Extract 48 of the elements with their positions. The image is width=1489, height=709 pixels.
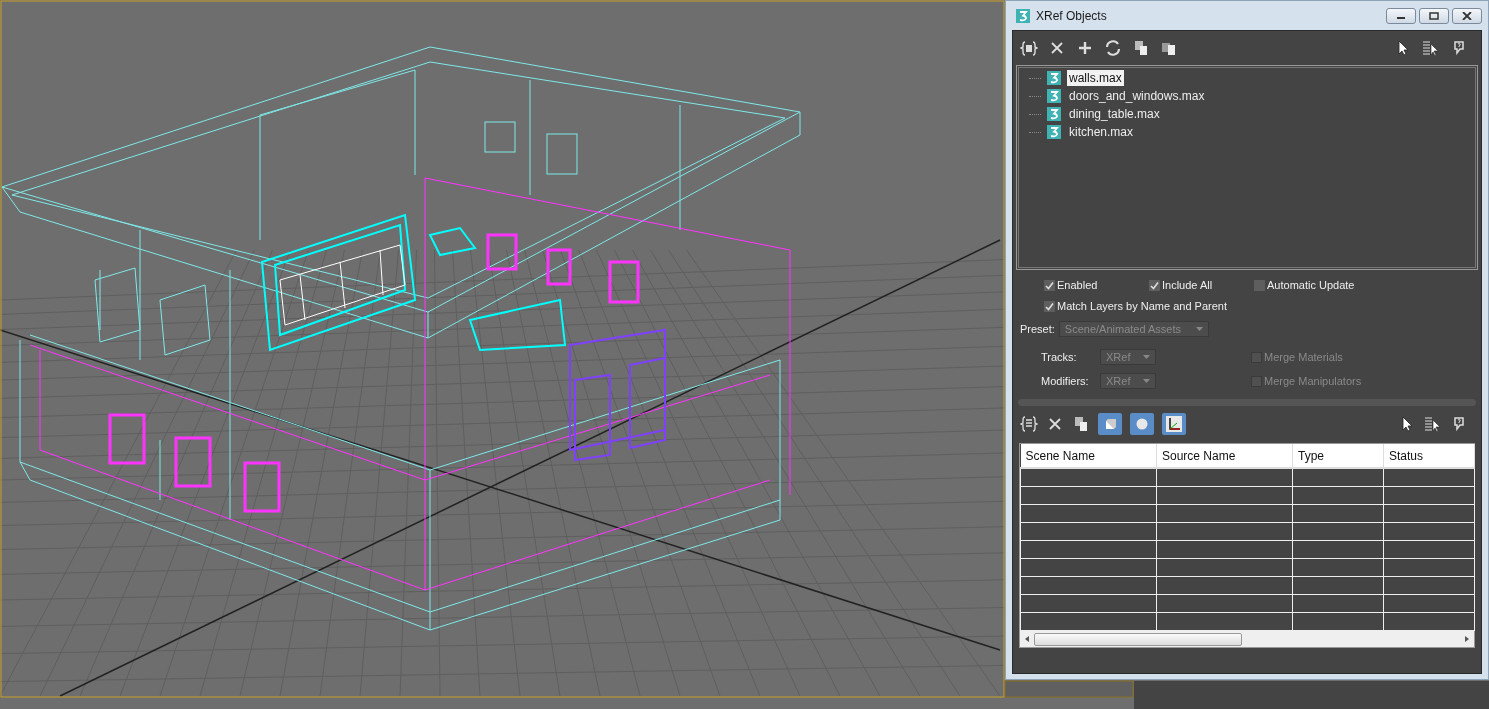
checkbox[interactable] (1254, 279, 1265, 291)
column-header[interactable]: Scene Name (1020, 444, 1157, 468)
scroll-right-icon[interactable] (1464, 635, 1470, 643)
checkbox-label: Include All (1162, 279, 1213, 291)
add-icon[interactable] (1076, 39, 1094, 57)
checkbox[interactable] (1149, 279, 1160, 291)
checkbox[interactable] (1044, 300, 1055, 312)
refresh-icon[interactable] (1104, 39, 1122, 57)
container-icon[interactable] (1020, 415, 1038, 433)
file-icon (1047, 89, 1061, 103)
tree-item[interactable]: doors_and_windows.max (1067, 88, 1207, 104)
tree-item[interactable]: walls.max (1067, 70, 1124, 86)
minimize-button[interactable] (1386, 7, 1416, 24)
checkbox-label: Merge Manipulators (1264, 375, 1362, 387)
checkbox-label: Enabled (1057, 279, 1098, 291)
preset-label: Preset: (1020, 323, 1055, 335)
close-button[interactable] (1452, 7, 1482, 24)
column-header[interactable]: Type (1292, 444, 1384, 468)
scroll-left-icon[interactable] (1024, 635, 1030, 643)
checkbox-label: Merge Materials (1264, 351, 1343, 363)
window-title: XRef Objects (1036, 8, 1108, 23)
axes-icon (1165, 415, 1183, 433)
file-icon (1047, 107, 1061, 121)
copy-files-icon[interactable] (1072, 415, 1090, 433)
tracks-label: Tracks: (1041, 351, 1078, 363)
horizontal-scrollbar[interactable] (1020, 631, 1474, 647)
maximize-button[interactable] (1419, 7, 1449, 24)
tree-item[interactable]: kitchen.max (1067, 124, 1136, 140)
app-logo-icon (1016, 8, 1030, 23)
caret-icon (1143, 354, 1150, 360)
column-header[interactable]: Status (1383, 444, 1475, 468)
file-icon (1047, 125, 1061, 139)
copy-files-icon[interactable] (1132, 39, 1150, 57)
maximize-icon (1429, 11, 1439, 20)
toggle-button[interactable] (1130, 413, 1154, 435)
column-header[interactable]: Source Name (1156, 444, 1293, 468)
toggle-button[interactable] (1162, 413, 1186, 435)
modifiers-label: Modifiers: (1041, 375, 1090, 387)
file-icon (1047, 71, 1061, 85)
tree-item[interactable]: dining_table.max (1067, 106, 1162, 122)
checkbox[interactable] (1044, 279, 1055, 291)
checkbox-label: Match Layers by Name and Parent (1057, 300, 1227, 312)
close-icon (1462, 11, 1472, 20)
checkbox-label: Automatic Update (1267, 279, 1355, 291)
scrollbar-thumb[interactable] (1034, 632, 1242, 646)
toggle-button[interactable] (1098, 413, 1122, 435)
caret-icon (1143, 378, 1150, 384)
caret-icon (1195, 326, 1203, 332)
